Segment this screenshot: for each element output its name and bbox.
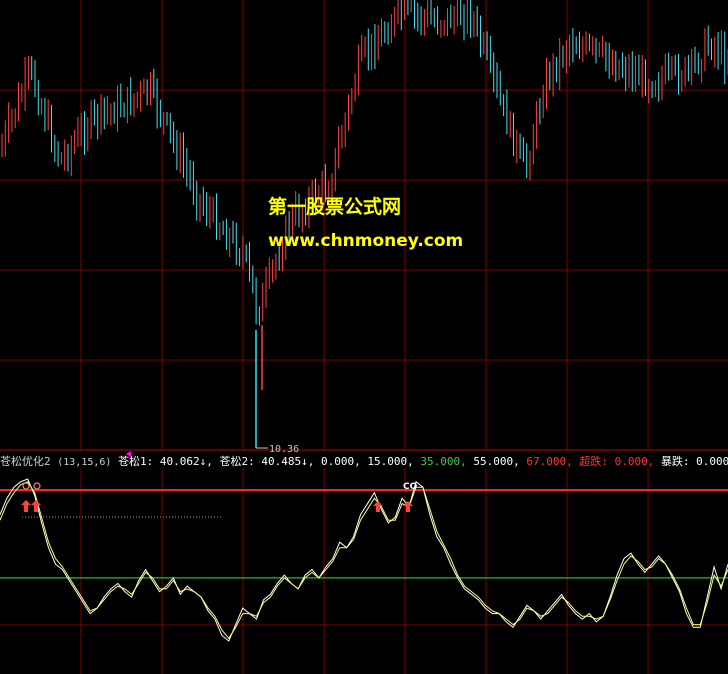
buy-arrow-icon	[21, 500, 31, 512]
co-signal-label: CO	[403, 482, 418, 492]
indicator-header-item: 35.000,	[420, 455, 473, 468]
reference-lines	[0, 488, 728, 579]
indicator-params: (13,15,6)	[57, 457, 111, 468]
indicator-header-item: 15.000,	[367, 455, 420, 468]
indicator-name: 苍松优化2	[0, 454, 51, 468]
indicator-header-item: 55.000,	[473, 455, 526, 468]
candlestick-series	[1, 0, 728, 448]
indicator-panel: 苍松优化2 (13,15,6) 苍松1: 40.062↓, 苍松2: 40.48…	[0, 451, 728, 674]
indicator-lines	[0, 478, 728, 642]
stock-chart[interactable]: 10.36 第一股票公式网 www.chnmoney.com 苍松优化2 (13…	[0, 0, 728, 674]
series-line-1	[0, 478, 728, 642]
watermark-title: 第一股票公式网	[268, 195, 401, 218]
signal-markers: CO	[21, 482, 418, 512]
series-line-2	[0, 481, 728, 640]
co-signal-dot	[22, 482, 30, 490]
indicator-header-item: 暴跌: 0.000,	[661, 454, 728, 468]
indicator-header-item: 超跌: 0.000,	[579, 454, 661, 468]
indicator-header-item: 苍松2: 40.485↓,	[220, 454, 321, 468]
indicator-header-item: 67.000,	[526, 455, 579, 468]
watermark-url: www.chnmoney.com	[268, 231, 463, 251]
watermark: 第一股票公式网 www.chnmoney.com	[268, 195, 463, 251]
price-panel: 10.36 第一股票公式网 www.chnmoney.com	[0, 0, 728, 455]
indicator-header-item: 苍松1: 40.062↓,	[118, 454, 219, 468]
indicator-header: 苍松优化2 (13,15,6) 苍松1: 40.062↓, 苍松2: 40.48…	[0, 454, 728, 468]
indicator-header-item: 0.000,	[321, 455, 367, 468]
co-signal-dot	[33, 482, 41, 490]
